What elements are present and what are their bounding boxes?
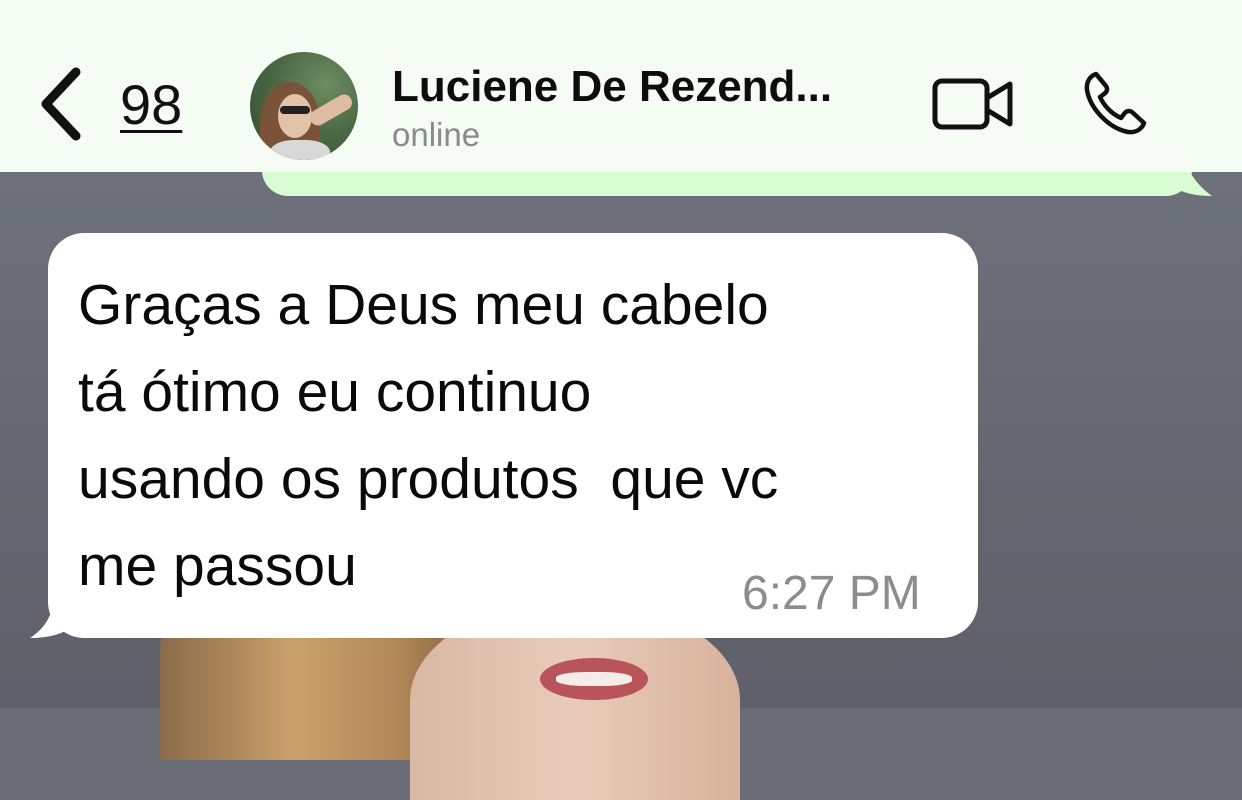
avatar-arm bbox=[307, 91, 355, 129]
avatar-face bbox=[278, 94, 312, 138]
contact-avatar[interactable] bbox=[250, 52, 358, 160]
phone-icon[interactable] bbox=[1082, 70, 1150, 136]
message-timestamp: 6:27 PM bbox=[742, 567, 921, 620]
contact-name[interactable]: Luciene De Rezend... bbox=[392, 62, 832, 112]
incoming-bubble-tail bbox=[30, 598, 76, 638]
video-camera-icon[interactable] bbox=[932, 76, 1014, 132]
chat-header: 98 Luciene De Rezend... online bbox=[0, 0, 1242, 172]
contact-status: online bbox=[392, 116, 481, 153]
wallpaper-teeth bbox=[556, 672, 632, 686]
message-text: Graças a Deus meu cabelo tá ótimo eu con… bbox=[78, 273, 779, 598]
back-button[interactable]: 98 bbox=[36, 64, 211, 144]
unread-count: 98 bbox=[120, 72, 183, 136]
outgoing-bubble-tail bbox=[1172, 172, 1212, 196]
chevron-left-icon bbox=[41, 67, 81, 141]
avatar-shirt bbox=[270, 140, 330, 160]
avatar-glasses bbox=[280, 106, 310, 114]
